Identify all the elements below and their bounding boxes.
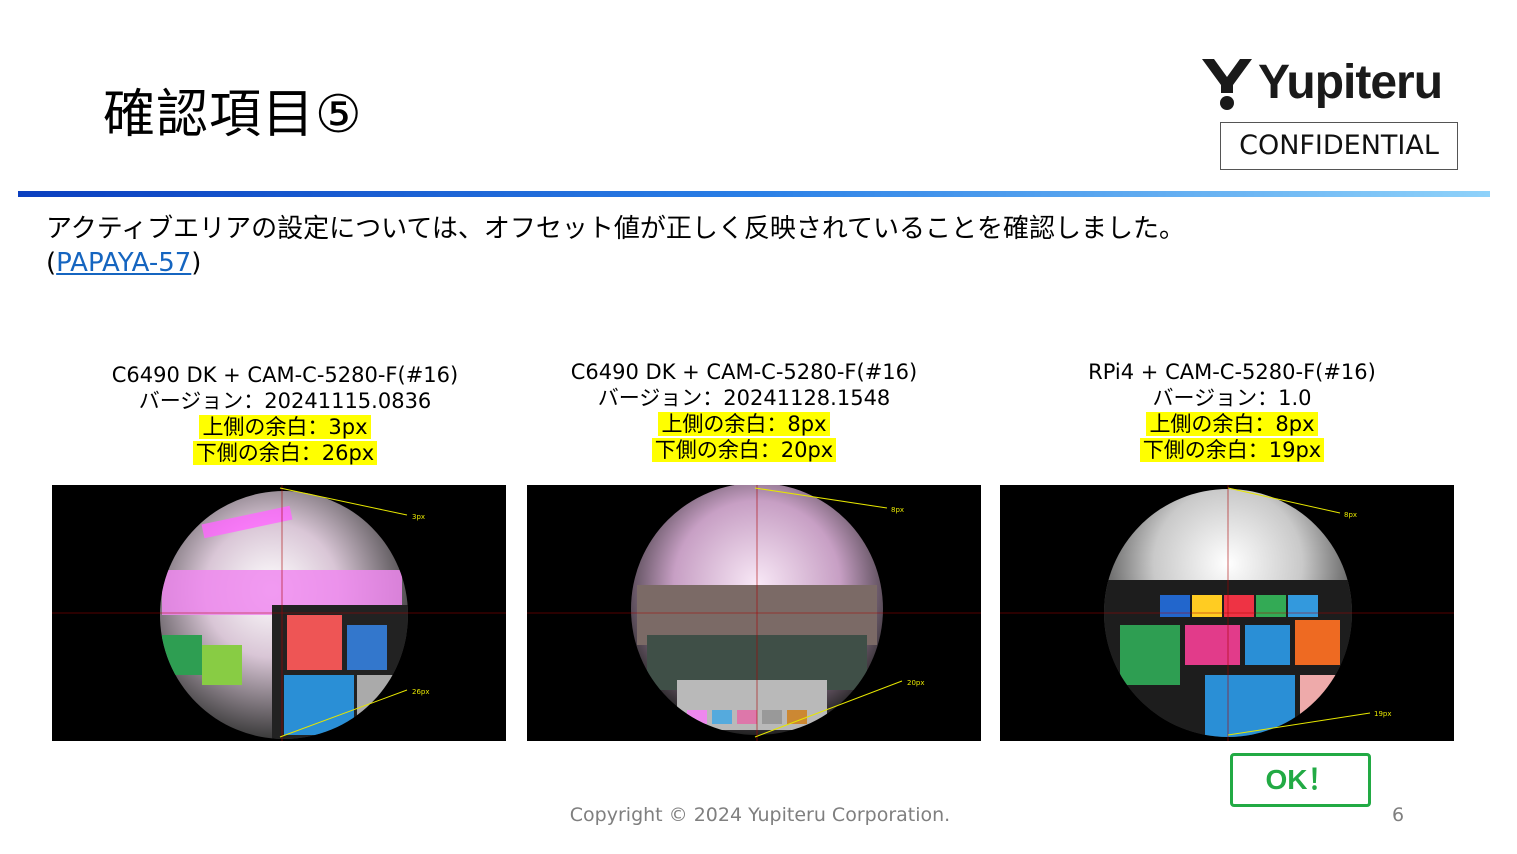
- confidential-badge: CONFIDENTIAL: [1220, 122, 1458, 170]
- page-number: 6: [1391, 804, 1405, 826]
- bottom-margin-annotation: 20px: [907, 679, 925, 687]
- bottom-margin-label: 下側の余白：20px: [651, 438, 837, 462]
- fisheye-image-3: 8px 19px: [1000, 485, 1454, 741]
- logo-wordmark: Yupiteru: [1258, 56, 1443, 109]
- copyright-footer: Copyright © 2024 Yupiteru Corporation.: [569, 804, 951, 826]
- top-margin-label: 上側の余白：8px: [1146, 412, 1318, 436]
- ok-result-badge: OK！: [1230, 753, 1371, 807]
- description-text: アクティブエリアの設定については、オフセット値が正しく反映されていることを確認し…: [46, 214, 1186, 244]
- bottom-margin-annotation: 26px: [412, 688, 430, 696]
- top-margin-label: 上側の余白：8px: [658, 412, 830, 436]
- slide-title: 確認項目⑤: [103, 85, 363, 145]
- top-margin-annotation: 8px: [1344, 511, 1357, 519]
- top-margin-label: 上側の余白：3px: [199, 415, 371, 439]
- bottom-margin-label: 下側の余白：19px: [1139, 438, 1325, 462]
- ticket-open-paren: (: [46, 248, 57, 278]
- ticket-reference: (PAPAYA-57): [46, 246, 1185, 280]
- slide-description: アクティブエリアの設定については、オフセット値が正しく反映されていることを確認し…: [46, 212, 1185, 280]
- bottom-margin-annotation: 19px: [1374, 710, 1392, 718]
- yupiteru-logo: Yupiteru: [1200, 55, 1460, 115]
- version-label: バージョン：20241128.1548: [597, 386, 891, 410]
- panel-caption-3: RPi4 + CAM-C-5280-F(#16) バージョン：1.0 上側の余白…: [1002, 359, 1462, 463]
- panel-caption-1: C6490 DK + CAM-C-5280-F(#16) バージョン：20241…: [55, 362, 515, 466]
- top-margin-annotation: 3px: [412, 513, 425, 521]
- yupiteru-y-icon: [1202, 59, 1252, 110]
- fisheye-image-2: 8px 20px: [527, 485, 981, 741]
- panel-caption-2: C6490 DK + CAM-C-5280-F(#16) バージョン：20241…: [514, 359, 974, 463]
- device-label: C6490 DK + CAM-C-5280-F(#16): [570, 360, 918, 384]
- fisheye-image-1: 3px 26px: [52, 485, 506, 741]
- header-divider: [18, 191, 1490, 197]
- version-label: バージョン：20241115.0836: [138, 389, 432, 413]
- device-label: C6490 DK + CAM-C-5280-F(#16): [111, 363, 459, 387]
- device-label: RPi4 + CAM-C-5280-F(#16): [1088, 360, 1376, 384]
- ticket-close-paren: ): [191, 248, 202, 278]
- top-margin-annotation: 8px: [891, 506, 904, 514]
- bottom-margin-label: 下側の余白：26px: [192, 441, 378, 465]
- ticket-link[interactable]: PAPAYA-57: [56, 248, 191, 278]
- version-label: バージョン：1.0: [1152, 386, 1312, 410]
